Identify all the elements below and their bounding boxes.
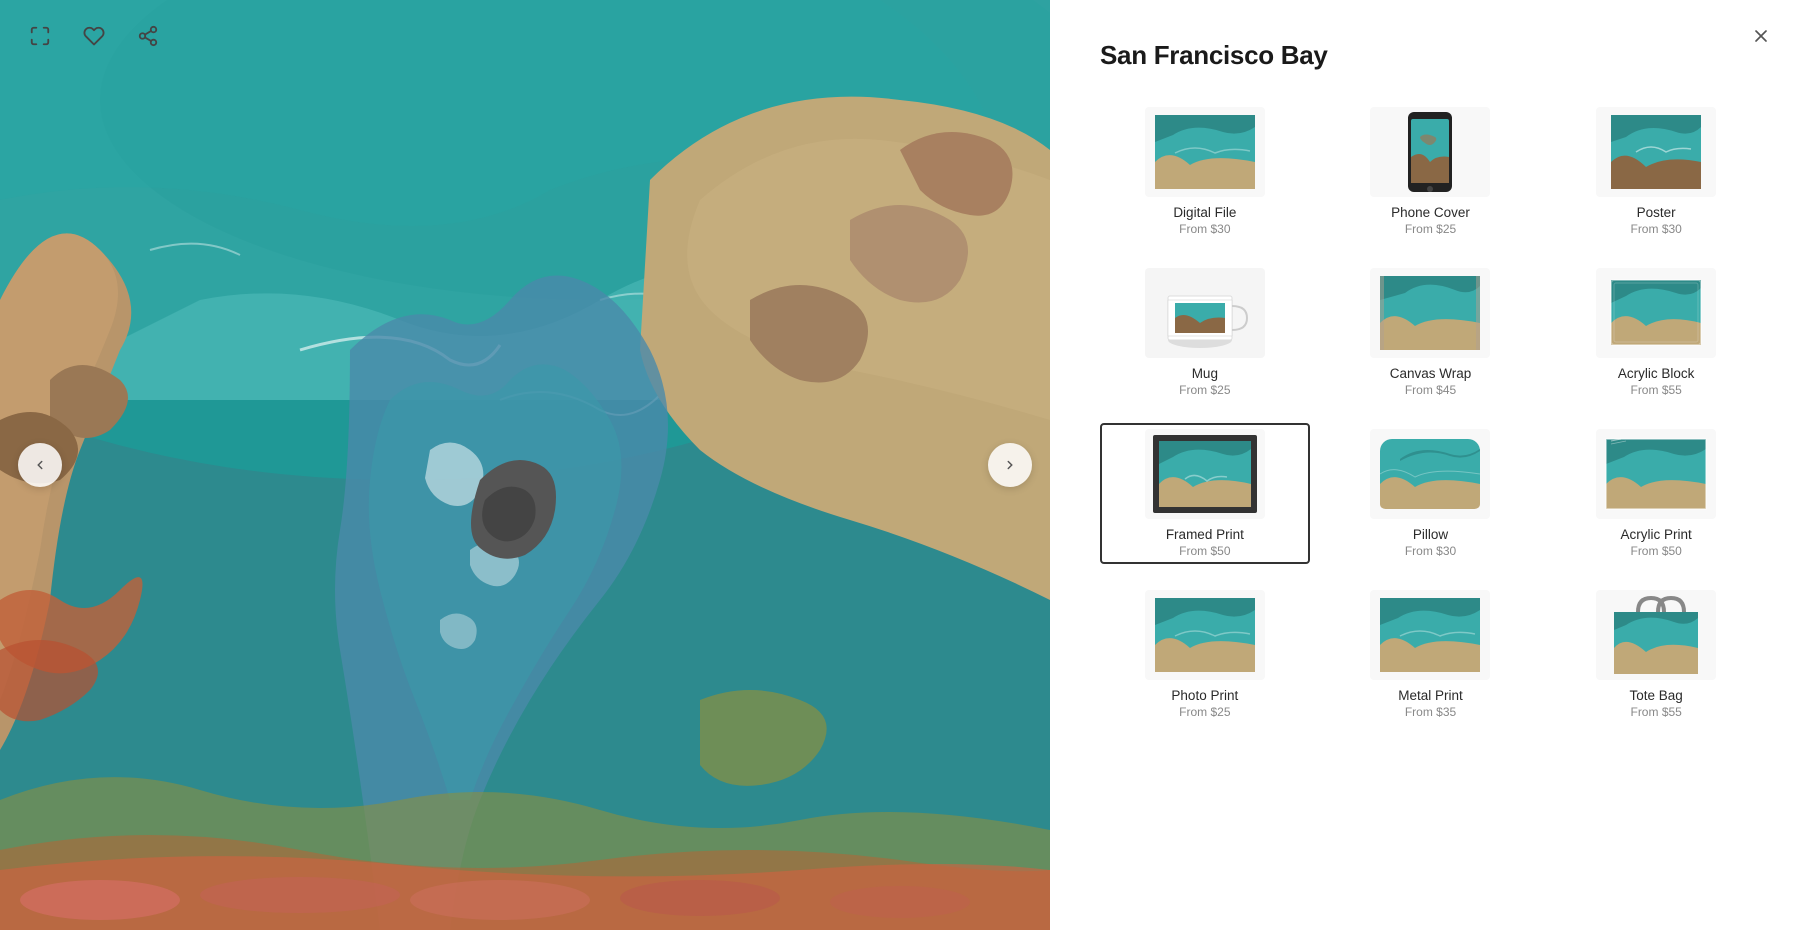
product-thumb-mug: [1145, 268, 1265, 358]
product-item-photo-print[interactable]: Photo Print From $25: [1100, 584, 1310, 725]
product-name-canvas-wrap: Canvas Wrap: [1390, 366, 1472, 381]
product-name-digital-file: Digital File: [1173, 205, 1236, 220]
product-name-acrylic-print: Acrylic Print: [1621, 527, 1692, 542]
product-item-acrylic-print[interactable]: Acrylic Print From $50: [1551, 423, 1761, 564]
prev-arrow[interactable]: [18, 443, 62, 487]
product-thumb-pillow: [1370, 429, 1490, 519]
product-price-photo-print: From $25: [1179, 705, 1230, 719]
product-item-metal-print[interactable]: Metal Print From $35: [1326, 584, 1536, 725]
product-item-digital-file[interactable]: Digital File From $30: [1100, 101, 1310, 242]
product-item-poster[interactable]: Poster From $30: [1551, 101, 1761, 242]
expand-button[interactable]: [22, 18, 58, 54]
product-name-mug: Mug: [1192, 366, 1218, 381]
product-thumb-tote-bag: [1596, 590, 1716, 680]
product-thumb-metal-print: [1370, 590, 1490, 680]
product-name-framed-print: Framed Print: [1166, 527, 1244, 542]
product-item-phone-cover[interactable]: Phone Cover From $25: [1326, 101, 1536, 242]
product-thumb-phone-cover: [1370, 107, 1490, 197]
product-item-framed-print[interactable]: Framed Print From $50: [1100, 423, 1310, 564]
share-button[interactable]: [130, 18, 166, 54]
artwork-title: San Francisco Bay: [1100, 40, 1761, 71]
product-thumb-photo-print: [1145, 590, 1265, 680]
product-price-canvas-wrap: From $45: [1405, 383, 1456, 397]
product-price-acrylic-print: From $50: [1630, 544, 1681, 558]
product-item-canvas-wrap[interactable]: Canvas Wrap From $45: [1326, 262, 1536, 403]
product-thumb-framed-print: [1145, 429, 1265, 519]
product-name-pillow: Pillow: [1413, 527, 1448, 542]
right-panel: San Francisco Bay Digital File From $30 P…: [1050, 0, 1801, 930]
product-price-digital-file: From $30: [1179, 222, 1230, 236]
product-thumb-acrylic-block: [1596, 268, 1716, 358]
product-name-acrylic-block: Acrylic Block: [1618, 366, 1695, 381]
close-button[interactable]: [1743, 18, 1779, 54]
product-item-mug[interactable]: Mug From $25: [1100, 262, 1310, 403]
product-price-pillow: From $30: [1405, 544, 1456, 558]
top-controls: [0, 0, 1050, 72]
product-grid: Digital File From $30 Phone Cover From $25…: [1100, 101, 1761, 725]
product-thumb-canvas-wrap: [1370, 268, 1490, 358]
product-thumb-acrylic-print: [1596, 429, 1716, 519]
product-price-mug: From $25: [1179, 383, 1230, 397]
product-name-phone-cover: Phone Cover: [1391, 205, 1470, 220]
product-item-acrylic-block[interactable]: Acrylic Block From $55: [1551, 262, 1761, 403]
product-price-framed-print: From $50: [1179, 544, 1230, 558]
product-item-tote-bag[interactable]: Tote Bag From $55: [1551, 584, 1761, 725]
product-price-poster: From $30: [1630, 222, 1681, 236]
like-button[interactable]: [76, 18, 112, 54]
product-thumb-poster: [1596, 107, 1716, 197]
product-name-metal-print: Metal Print: [1398, 688, 1463, 703]
product-name-tote-bag: Tote Bag: [1630, 688, 1683, 703]
product-price-tote-bag: From $55: [1630, 705, 1681, 719]
main-image-panel: [0, 0, 1050, 930]
product-item-pillow[interactable]: Pillow From $30: [1326, 423, 1536, 564]
product-price-metal-print: From $35: [1405, 705, 1456, 719]
product-thumb-digital-file: [1145, 107, 1265, 197]
product-price-acrylic-block: From $55: [1630, 383, 1681, 397]
product-name-photo-print: Photo Print: [1171, 688, 1238, 703]
next-arrow[interactable]: [988, 443, 1032, 487]
product-price-phone-cover: From $25: [1405, 222, 1456, 236]
product-name-poster: Poster: [1637, 205, 1676, 220]
